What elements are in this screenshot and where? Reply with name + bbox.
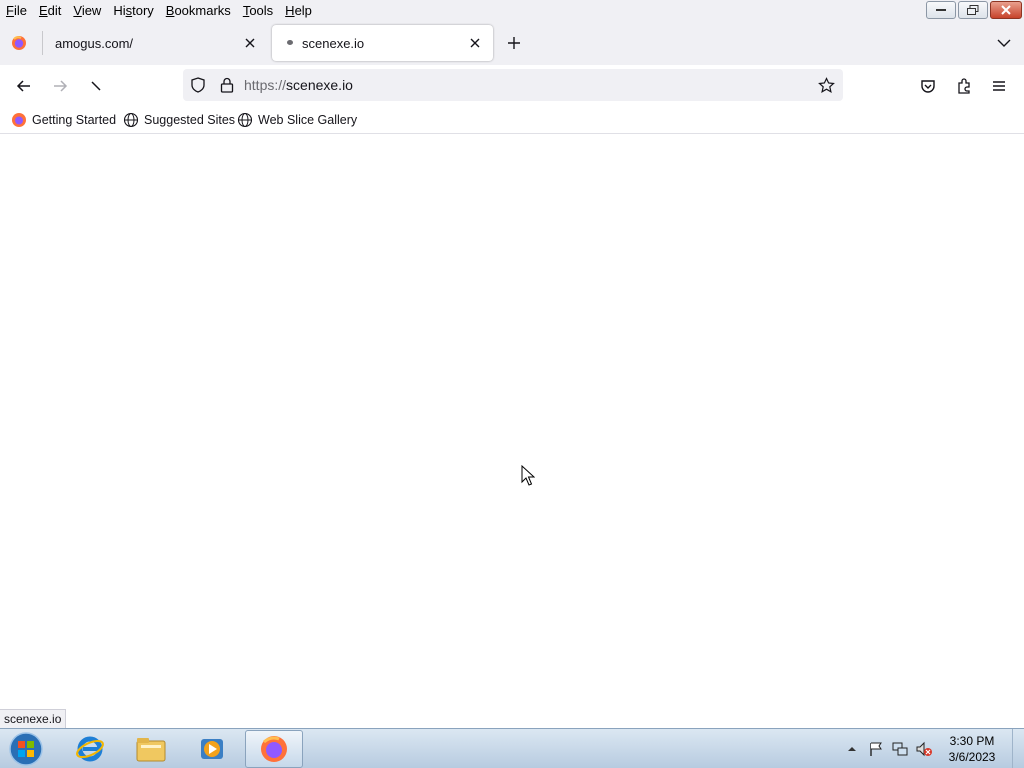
start-button[interactable] (6, 730, 46, 768)
bookmark-label: Getting Started (32, 113, 117, 127)
window-controls (926, 1, 1022, 19)
address-bar[interactable]: https://scenexe.io (183, 69, 843, 101)
menu-file[interactable]: File (0, 3, 33, 18)
menu-history[interactable]: History (107, 3, 159, 18)
show-desktop-button[interactable] (1012, 729, 1024, 768)
firefox-icon (261, 736, 287, 762)
firefox-icon (12, 36, 26, 50)
clock-date: 3/6/2023 (948, 750, 996, 764)
bookmark-getting-started[interactable]: Getting Started (11, 112, 116, 128)
shield-icon[interactable] (190, 77, 206, 93)
close-icon (1001, 5, 1011, 15)
bookmark-web-slice-gallery[interactable]: Web Slice Gallery (237, 112, 357, 128)
taskbar-media-player[interactable] (183, 730, 241, 768)
extensions-icon[interactable] (955, 77, 973, 95)
status-bar: scenexe.io (0, 709, 67, 728)
menu-bar: File Edit View History Bookmarks Tools H… (0, 0, 1024, 21)
file-explorer-icon (136, 738, 166, 762)
globe-icon (123, 112, 139, 128)
mouse-cursor-icon (521, 465, 535, 486)
menu-view[interactable]: View (67, 3, 107, 18)
tab-scenexe[interactable]: scenexe.io (272, 25, 493, 61)
taskbar-file-explorer[interactable] (122, 730, 180, 768)
new-tab-icon[interactable] (506, 35, 522, 51)
tab-separator (42, 31, 43, 55)
volume-muted-icon[interactable] (915, 741, 933, 757)
bookmark-label: Suggested Sites (144, 113, 236, 127)
action-center-flag-icon[interactable] (867, 741, 885, 757)
minimize-button[interactable] (926, 1, 956, 19)
system-tray: 3:30 PM 3/6/2023 (840, 729, 1024, 768)
network-icon[interactable] (891, 741, 909, 757)
media-player-icon (201, 739, 223, 759)
close-tab-icon[interactable] (242, 35, 258, 51)
restore-icon (967, 5, 979, 15)
lock-icon[interactable] (220, 77, 234, 93)
tab-strip: amogus.com/ scenexe.io (0, 21, 1024, 65)
taskbar-clock[interactable]: 3:30 PM 3/6/2023 (936, 733, 1008, 765)
internet-explorer-icon (76, 736, 104, 762)
bookmark-star-icon[interactable] (818, 77, 835, 94)
pocket-icon[interactable] (919, 77, 937, 95)
minimize-icon (936, 9, 946, 11)
bookmark-suggested-sites[interactable]: Suggested Sites (123, 112, 235, 128)
nav-toolbar: https://scenexe.io (0, 65, 1024, 106)
clock-time: 3:30 PM (949, 734, 995, 748)
stop-loading-icon[interactable] (87, 77, 105, 95)
bookmarks-toolbar: Getting Started Suggested Sites Web Slic… (0, 106, 1024, 134)
page-content[interactable]: scenexe.io (0, 134, 1024, 728)
url-text[interactable]: https://scenexe.io (244, 77, 353, 93)
loading-indicator-icon (287, 40, 293, 45)
tab-list-chevron-icon[interactable] (996, 35, 1012, 51)
taskbar-firefox[interactable] (245, 730, 303, 768)
taskbar: 3:30 PM 3/6/2023 (0, 728, 1024, 768)
bookmark-label: Web Slice Gallery (258, 113, 358, 127)
tab-title: scenexe.io (302, 35, 365, 51)
firefox-icon (12, 113, 26, 127)
restore-button[interactable] (958, 1, 988, 19)
menu-bookmarks[interactable]: Bookmarks (160, 3, 237, 18)
back-arrow-icon[interactable] (15, 77, 33, 95)
hamburger-menu-icon[interactable] (990, 77, 1008, 95)
menu-edit[interactable]: Edit (33, 3, 67, 18)
tab-amogus[interactable]: amogus.com/ (44, 25, 268, 61)
forward-arrow-icon[interactable] (51, 77, 69, 95)
taskbar-internet-explorer[interactable] (61, 730, 119, 768)
close-window-button[interactable] (990, 1, 1022, 19)
show-hidden-icons-icon[interactable] (843, 741, 861, 757)
menu-help[interactable]: Help (279, 3, 318, 18)
tab-title: amogus.com/ (55, 35, 134, 51)
menu-tools[interactable]: Tools (237, 3, 279, 18)
globe-icon (237, 112, 253, 128)
close-tab-icon[interactable] (467, 35, 483, 51)
